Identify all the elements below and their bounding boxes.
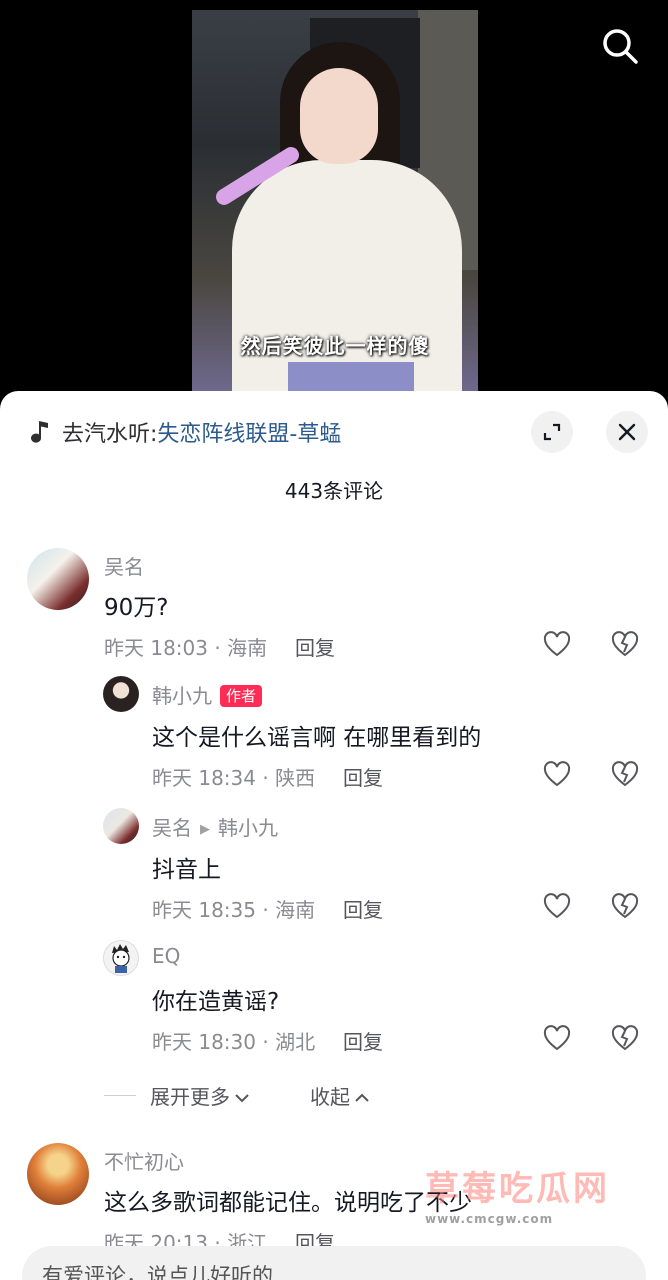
dislike-button[interactable] (610, 892, 640, 920)
heart-icon (543, 1025, 571, 1051)
music-link[interactable]: 去汽水听: 失恋阵线联盟-草蜢 (30, 416, 341, 448)
comment-meta: 昨天 18:03 · 海南 (104, 636, 268, 660)
like-button[interactable] (542, 892, 572, 920)
watermark-text: 草莓吃瓜网 (425, 1169, 610, 1209)
dislike-button[interactable] (610, 1024, 640, 1052)
thread-controls: 展开更多 收起 (104, 1080, 430, 1110)
comment-text: 抖音上 (152, 857, 221, 883)
like-button[interactable] (542, 1024, 572, 1052)
expand-more-button[interactable]: 展开更多 (150, 1081, 250, 1110)
comment-meta: 昨天 18:30 · 湖北 (152, 1030, 316, 1054)
reply-item: 韩小九 作者 这个是什么谣言啊 在哪里看到的 昨天 18:34 · 陕西 回复 (0, 676, 668, 801)
author-badge: 作者 (220, 685, 263, 707)
chevron-up-icon (355, 1093, 369, 1102)
watermark-url: www.cmcgw.com (425, 1212, 554, 1226)
reply-button[interactable]: 回复 (343, 894, 383, 923)
heart-icon (543, 761, 571, 787)
reply-button[interactable]: 回复 (343, 1026, 383, 1055)
comment-author[interactable]: 吴名 ▶ 韩小九 (152, 812, 278, 841)
collapse-label: 收起 (310, 1084, 350, 1109)
broken-heart-icon (611, 631, 639, 657)
comment-count: 443条评论 (284, 479, 384, 503)
comment-text: 你在造黄谣? (152, 989, 280, 1015)
close-icon (618, 423, 636, 441)
reply-item: EQ 你在造黄谣? 昨天 18:30 · 湖北 回复 (0, 940, 668, 1065)
singer-body (232, 160, 462, 395)
avatar[interactable] (103, 940, 139, 976)
reply-item: 吴名 ▶ 韩小九 抖音上 昨天 18:35 · 海南 回复 (0, 808, 668, 933)
search-icon (603, 29, 638, 64)
broken-heart-icon (611, 761, 639, 787)
collapse-button[interactable]: 收起 (310, 1081, 370, 1110)
expand-button[interactable] (531, 411, 573, 453)
video-area: 然后笑彼此一样的傻 (0, 0, 668, 400)
heart-icon (543, 631, 571, 657)
avatar[interactable] (103, 808, 139, 844)
comment-sheet: 去汽水听: 失恋阵线联盟-草蜢 443条评论 吴名 90万? 昨天 18:03 … (0, 391, 668, 1280)
video-subtitle: 然后笑彼此一样的傻 (240, 334, 430, 358)
comment-input[interactable] (22, 1246, 646, 1280)
heart-icon (543, 893, 571, 919)
dislike-button[interactable] (610, 760, 640, 788)
music-prefix: 去汽水听: (62, 422, 158, 447)
avatar[interactable] (27, 1143, 89, 1205)
music-title[interactable]: 失恋阵线联盟-草蜢 (157, 416, 341, 448)
singer-face (300, 68, 378, 164)
comment-author[interactable]: 吴名 (104, 551, 144, 580)
broken-heart-icon (611, 893, 639, 919)
chevron-down-icon (235, 1093, 249, 1102)
avatar[interactable] (27, 548, 89, 610)
comment-meta: 昨天 18:35 · 海南 (152, 898, 316, 922)
author-name[interactable]: 韩小九 (152, 684, 212, 708)
reply-button[interactable]: 回复 (295, 632, 335, 661)
avatar[interactable] (103, 676, 139, 712)
music-note-icon (31, 421, 48, 443)
broken-heart-icon (611, 1025, 639, 1051)
like-button[interactable] (542, 630, 572, 658)
comment-text: 90万? (104, 595, 169, 621)
like-button[interactable] (542, 760, 572, 788)
comment-author[interactable]: EQ (152, 944, 180, 968)
comment-author[interactable]: 韩小九 作者 (152, 680, 263, 709)
thread-divider (104, 1094, 136, 1096)
expand-icon (543, 423, 561, 441)
comment-author[interactable]: 不忙初心 (104, 1146, 184, 1175)
author-name[interactable]: 吴名 (152, 816, 192, 840)
dislike-button[interactable] (610, 630, 640, 658)
expand-more-label: 展开更多 (150, 1084, 230, 1109)
comment-text: 这个是什么谣言啊 在哪里看到的 (152, 725, 482, 751)
close-button[interactable] (606, 411, 648, 453)
comment-text: 这么多歌词都能记住。说明吃了不少 (104, 1190, 472, 1216)
video-player[interactable]: 然后笑彼此一样的傻 (192, 10, 478, 395)
cartoon-avatar-icon (112, 944, 130, 973)
reply-arrow-icon: ▶ (200, 822, 210, 837)
comment-meta: 昨天 18:34 · 陕西 (152, 766, 316, 790)
watermark: 草莓吃瓜网 www.cmcgw.com (425, 1161, 655, 1241)
reply-button[interactable]: 回复 (343, 762, 383, 791)
comment-item: 吴名 90万? 昨天 18:03 · 海南 回复 (0, 546, 668, 666)
reply-to-name[interactable]: 韩小九 (218, 816, 278, 840)
search-button[interactable] (598, 24, 642, 68)
